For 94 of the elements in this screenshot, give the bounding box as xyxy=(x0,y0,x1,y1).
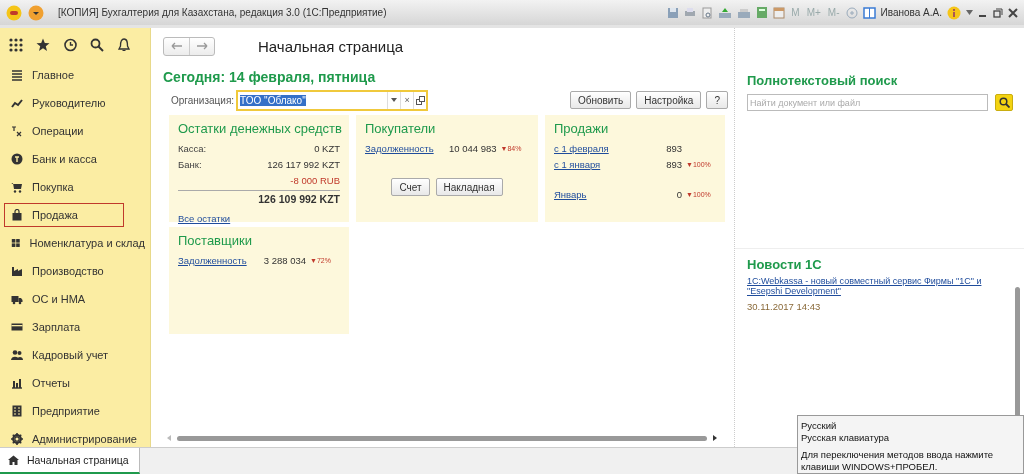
create-document-button[interactable]: Накладная xyxy=(435,178,503,196)
info-icon[interactable] xyxy=(947,5,961,20)
page-title: Начальная страница xyxy=(258,37,404,55)
open-page-tab[interactable]: Начальная страница xyxy=(0,448,140,474)
sidebar-item[interactable]: Кадровый учет xyxy=(4,343,146,367)
card-title: Продажи xyxy=(554,121,610,136)
row-label: Банк: xyxy=(178,158,202,170)
clear-button[interactable]: × xyxy=(400,91,414,109)
amount: 0 xyxy=(676,188,682,200)
preview-icon[interactable] xyxy=(701,6,714,19)
dropdown-menu-icon[interactable] xyxy=(28,4,44,21)
sidebar-item[interactable]: Банк и касса xyxy=(4,147,146,171)
list-icon xyxy=(11,69,23,81)
card-title: Остатки денежных средств xyxy=(178,121,340,136)
open-window-icon xyxy=(415,95,425,105)
search-icon[interactable] xyxy=(90,38,104,52)
left-arrow-icon xyxy=(170,42,183,50)
metric-link[interactable]: с 1 февраля xyxy=(554,142,609,154)
trend-icon xyxy=(11,97,23,109)
amount: 10 044 983 xyxy=(449,142,497,154)
history-icon[interactable] xyxy=(63,38,77,52)
bag-icon xyxy=(11,209,23,221)
create-document-button[interactable]: Счет xyxy=(391,178,430,196)
horizontal-scrollbar[interactable] xyxy=(177,435,707,441)
close-icon[interactable] xyxy=(1008,7,1018,18)
card-icon xyxy=(11,321,23,333)
sidebar-item[interactable]: Руководителю xyxy=(4,91,146,115)
search-icon xyxy=(998,97,1010,108)
open-button[interactable] xyxy=(413,91,427,109)
home-icon xyxy=(8,455,19,465)
caret-icon xyxy=(391,98,398,102)
sidebar-item[interactable]: Продажа xyxy=(4,203,124,227)
sidebar-item[interactable]: Предприятие xyxy=(4,399,146,423)
bar-chart-icon xyxy=(11,377,23,389)
bell-icon[interactable] xyxy=(117,38,131,52)
sidebar-item[interactable]: Зарплата xyxy=(4,315,146,339)
app-logo-icon[interactable] xyxy=(6,4,22,21)
sidebar-item[interactable]: Отчеты xyxy=(4,371,146,395)
organization-field[interactable]: ТОО "Облако" × xyxy=(236,89,429,111)
caret-icon[interactable] xyxy=(966,10,973,15)
amount: 0 KZT xyxy=(314,142,340,154)
search-button[interactable] xyxy=(995,94,1013,111)
building-icon xyxy=(11,405,23,417)
news-heading: Новости 1С xyxy=(747,257,823,272)
sidebar-item[interactable]: Администрирование xyxy=(4,427,146,451)
metric-link[interactable]: Задолженность xyxy=(365,142,449,154)
field-label: Организация: xyxy=(171,94,235,106)
factory-icon xyxy=(11,265,23,277)
tooltip-text: Для переключения методов ввода нажмите клавиши WINDOWS+ПРОБЕЛ. xyxy=(801,449,995,473)
coin-icon xyxy=(11,153,23,165)
scroll-right-icon[interactable] xyxy=(713,435,717,441)
amount: 3 288 034 xyxy=(263,254,306,266)
sidebar-item[interactable]: Операции xyxy=(4,119,146,143)
sidebar-item[interactable]: Номенклатура и склад xyxy=(4,231,146,255)
amount: 893 xyxy=(666,158,682,170)
truck-icon xyxy=(11,293,23,305)
toolbar-button[interactable]: Настройка xyxy=(636,91,702,109)
metric-link[interactable]: Задолженность xyxy=(178,254,262,266)
toolbar-button[interactable]: ? xyxy=(706,91,728,109)
sidebar-item[interactable]: Покупка xyxy=(4,175,146,199)
news-link[interactable]: 1С:Webkassa - новый совместный сервис Фирмы "1С" и "Esepshi Development" xyxy=(747,276,1009,296)
news-date: 30.11.2017 14:43 xyxy=(747,301,822,312)
card-title: Покупатели xyxy=(365,121,437,136)
sidebar-item[interactable]: ОС и НМА xyxy=(4,287,146,311)
card-title: Поставщики xyxy=(178,233,253,248)
negative-amount: -8 000 RUB xyxy=(290,174,340,186)
tooltip-text: Русский xyxy=(801,420,838,432)
amount: 126 117 992 KZT xyxy=(267,158,340,170)
user-name[interactable]: Иванова А.А. xyxy=(880,7,942,18)
sidebar-item[interactable]: Производство xyxy=(4,259,146,283)
ledger-icon xyxy=(11,125,23,137)
search-heading: Полнотекстовый поиск xyxy=(747,73,899,88)
metric-link[interactable]: Январь xyxy=(554,188,587,200)
people-icon xyxy=(11,349,23,361)
right-arrow-icon xyxy=(196,42,208,50)
apps-grid-icon[interactable] xyxy=(9,38,23,52)
date-heading: Сегодня: 14 февраля, пятница xyxy=(163,69,377,85)
window-title: [КОПИЯ] Бухгалтерия для Казахстана, редакция 3.0 (1С:Предприятие) xyxy=(58,7,387,18)
cart-icon xyxy=(11,181,23,193)
restore-icon[interactable] xyxy=(993,7,1003,18)
amount: 893 xyxy=(666,142,682,154)
grid-icon xyxy=(11,237,21,249)
toolbar-button[interactable]: Обновить xyxy=(569,91,632,109)
sidebar-item[interactable]: Главное xyxy=(4,63,146,87)
calculator-icon[interactable] xyxy=(756,6,769,19)
total-amount: 126 109 992 KZT xyxy=(258,193,340,205)
row-label: Касса: xyxy=(178,142,207,154)
upload-icon[interactable] xyxy=(718,6,733,19)
metric-link[interactable]: с 1 января xyxy=(554,158,601,170)
panel-icon[interactable] xyxy=(862,6,876,19)
all-balances-link[interactable]: Все остатки xyxy=(178,212,231,224)
star-icon[interactable] xyxy=(36,38,50,52)
search-field[interactable]: Найти документ или файл xyxy=(747,94,988,111)
tooltip-text: Русская клавиатура xyxy=(801,432,891,444)
